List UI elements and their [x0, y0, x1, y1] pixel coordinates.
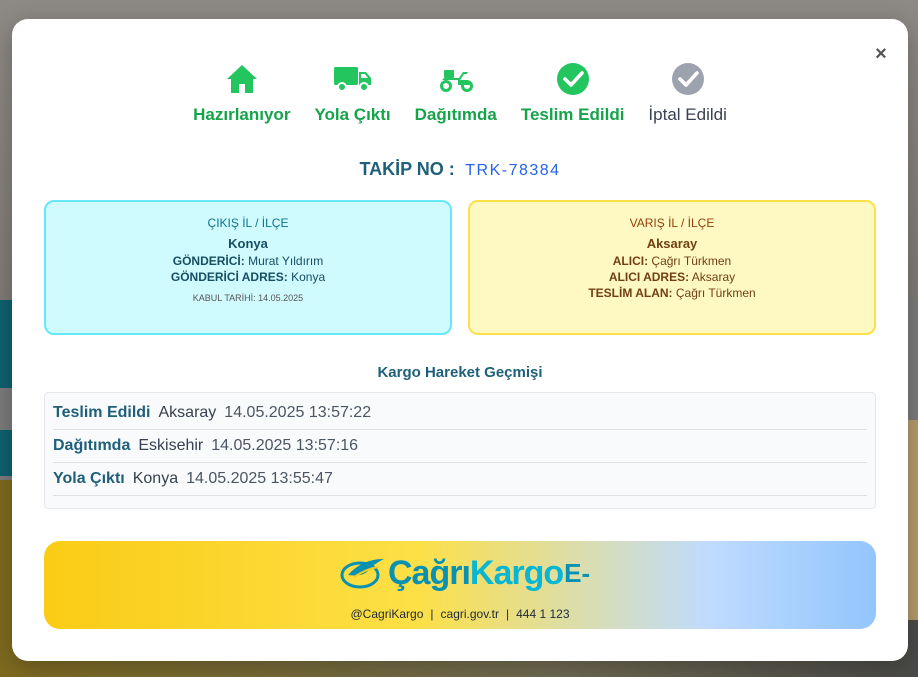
tracking-number: TRK-78384: [465, 162, 561, 179]
destination-card: VARIŞ İL / İLÇE Aksaray ALICI: Çağrı Tür…: [468, 200, 876, 335]
step-preparing: Hazırlanıyor: [193, 59, 290, 149]
history-status: Teslim Edildi: [53, 404, 151, 421]
brand-name-part1: Çağrı: [388, 553, 471, 592]
history-status: Yola Çıktı: [53, 470, 125, 487]
destination-heading: VARIŞ İL / İLÇE: [629, 216, 715, 230]
receiver-label: ALICI:: [612, 254, 649, 268]
phone-number[interactable]: 444 1 123: [516, 607, 569, 621]
sender-address: Konya: [291, 270, 326, 284]
footer-links: @CagriKargo | cagri.gov.tr | 444 1 123: [44, 607, 876, 621]
tracking-label: TAKİP NO :: [359, 159, 455, 179]
step-label: Teslim Edildi: [520, 105, 625, 124]
brand-logo: Çağrı Kargo E-: [338, 549, 590, 597]
brand-name-part2: Kargo: [469, 553, 564, 592]
sender-line: GÖNDERİCİ: Murat Yıldırım: [46, 255, 450, 267]
wing-logo-icon: [340, 559, 384, 589]
history-location: Konya: [132, 470, 179, 487]
history-datetime: 14.05.2025 13:55:47: [186, 470, 333, 487]
step-label: Hazırlanıyor: [193, 105, 291, 124]
receiver-line: ALICI: Çağrı Türkmen: [470, 255, 874, 267]
step-on-the-way: Yola Çıktı: [314, 59, 391, 149]
footer-banner: Çağrı Kargo E- @CagriKargo | cagri.gov.tr | 44…: [44, 541, 876, 629]
delivered-to-line: TESLİM ALAN: Çağrı Türkmen: [470, 287, 874, 299]
receiver-address: Aksaray: [691, 270, 736, 284]
scooter-icon: [438, 59, 474, 99]
step-label: Yola Çıktı: [314, 105, 391, 124]
history-title: Kargo Hareket Geçmişi: [377, 364, 543, 381]
status-steps: Hazırlanıyor Yola Çıktı Dağıtımda Teslim…: [12, 59, 908, 149]
social-handle[interactable]: @CagriKargo: [351, 607, 424, 621]
origin-city: Konya: [228, 236, 268, 251]
origin-card: ÇIKIŞ İL / İLÇE Konya GÖNDERİCİ: Murat Y…: [44, 200, 452, 335]
history-location: Aksaray: [158, 404, 217, 421]
receiver-address-line: ALICI ADRES: Aksaray: [470, 271, 874, 283]
history-row: Teslim Edildi Aksaray 14.05.2025 13:57:2…: [53, 397, 867, 430]
sender-name: Murat Yıldırım: [248, 254, 324, 268]
step-label: İptal Edildi: [648, 105, 727, 124]
delivered-to-name: Çağrı Türkmen: [675, 286, 756, 300]
separator: |: [430, 607, 434, 621]
receiver-name: Çağrı Türkmen: [651, 254, 732, 268]
history-status: Dağıtımda: [53, 437, 131, 454]
separator: |: [505, 607, 510, 621]
truck-icon: [333, 59, 373, 99]
step-cancelled: İptal Edildi: [648, 59, 727, 149]
website-link[interactable]: cagri.gov.tr: [441, 607, 499, 621]
sender-address-label: GÖNDERİCİ ADRES:: [170, 270, 288, 284]
accept-date: KABUL TARİHİ: 14.05.2025: [192, 293, 304, 303]
history-row: Dağıtımda Eskisehir 14.05.2025 13:57:16: [53, 430, 867, 463]
destination-city: Aksaray: [646, 236, 698, 251]
history-datetime: 14.05.2025 13:57:22: [224, 404, 372, 421]
check-circle-icon: [556, 59, 590, 99]
step-label: Dağıtımda: [414, 105, 497, 124]
history-datetime: 14.05.2025 13:57:16: [211, 437, 359, 454]
delivered-to-label: TESLİM ALAN:: [588, 286, 673, 300]
step-in-distribution: Dağıtımda: [415, 59, 497, 149]
check-circle-gray-icon: [671, 59, 705, 99]
history-row: Yola Çıktı Konya 14.05.2025 13:55:47: [53, 463, 867, 496]
brand-suffix: E-: [564, 557, 591, 588]
origin-heading: ÇIKIŞ İL / İLÇE: [207, 216, 289, 230]
tracking-modal: × Hazırlanıyor Yola Çıktı Dağıtımda Tesl…: [12, 19, 908, 661]
sender-address-line: GÖNDERİCİ ADRES: Konya: [46, 271, 450, 283]
step-delivered: Teslim Edildi: [520, 59, 625, 149]
history-location: Eskisehir: [138, 437, 204, 454]
history-list: Teslim Edildi Aksaray 14.05.2025 13:57:2…: [44, 392, 876, 509]
home-icon: [225, 59, 259, 99]
receiver-address-label: ALICI ADRES:: [608, 270, 690, 284]
tracking-number-row: TAKİP NO : TRK-78384: [12, 159, 908, 180]
sender-label: GÖNDERİCİ:: [172, 254, 245, 268]
